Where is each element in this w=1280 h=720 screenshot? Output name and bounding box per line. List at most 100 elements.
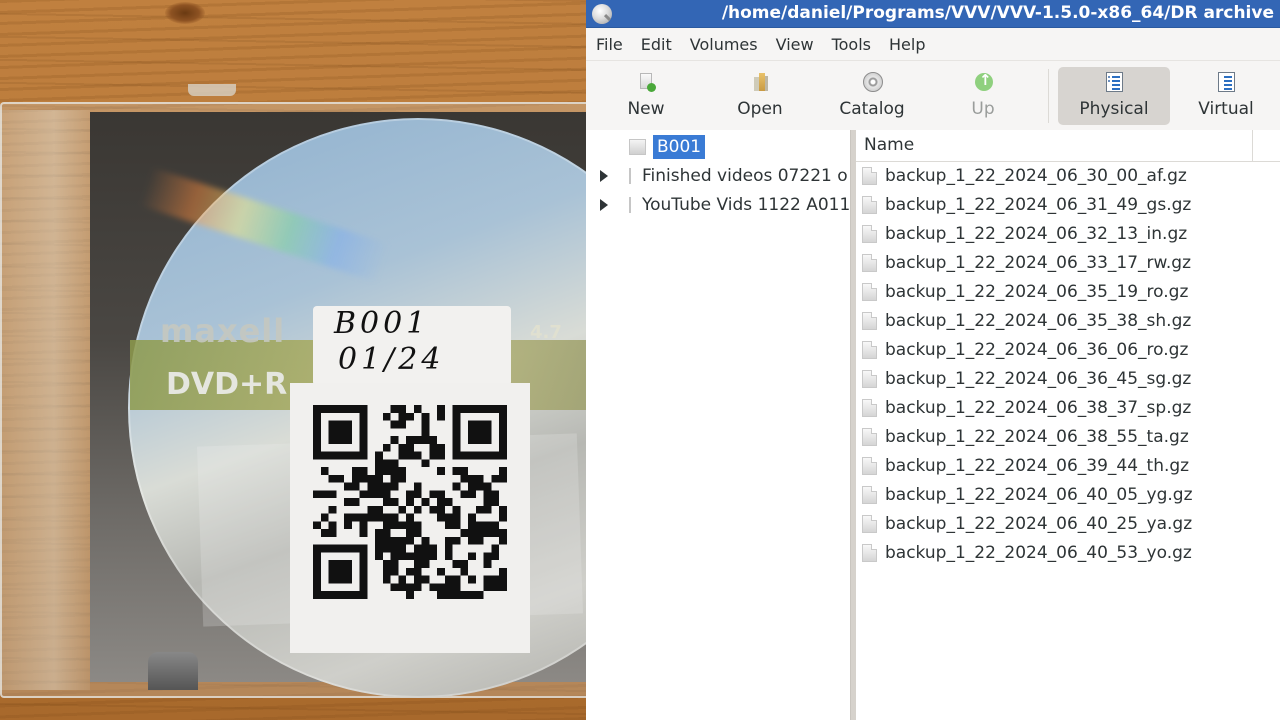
file-row[interactable]: backup_1_22_2024_06_38_37_sp.gz: [856, 393, 1280, 422]
tree-item-b001[interactable]: B001: [586, 132, 850, 161]
volume-icon: [629, 196, 631, 213]
toolbar: New Open Catalog Up Physical: [586, 60, 1280, 130]
open-label: Open: [737, 99, 783, 119]
disc-format: DVD+R: [166, 367, 288, 402]
file-row[interactable]: backup_1_22_2024_06_40_53_yo.gz: [856, 538, 1280, 567]
file-icon: [862, 427, 877, 446]
toolbar-separator: [1048, 69, 1049, 123]
menu-view[interactable]: View: [776, 35, 814, 54]
file-row[interactable]: backup_1_22_2024_06_40_05_yg.gz: [856, 480, 1280, 509]
physical-view-button[interactable]: Physical: [1058, 67, 1170, 125]
file-row[interactable]: backup_1_22_2024_06_33_17_rw.gz: [856, 248, 1280, 277]
physical-label: Physical: [1079, 99, 1149, 119]
qr-code: [313, 405, 507, 599]
list-view-icon: [1104, 71, 1124, 93]
menu-bar: File Edit Volumes View Tools Help: [586, 28, 1280, 60]
window-title: /home/daniel/Programs/VVV/VVV-1.5.0-x86_…: [721, 3, 1274, 23]
menu-file[interactable]: File: [596, 35, 623, 54]
file-icon: [862, 253, 877, 272]
file-row[interactable]: backup_1_22_2024_06_30_00_af.gz: [856, 161, 1280, 190]
list-header: Name: [856, 130, 1280, 162]
cd-icon: [862, 71, 883, 93]
file-name: backup_1_22_2024_06_36_06_ro.gz: [885, 339, 1189, 360]
file-name: backup_1_22_2024_06_40_53_yo.gz: [885, 542, 1192, 563]
tree-item-finished-videos[interactable]: Finished videos 07221 o: [586, 161, 850, 190]
menu-help[interactable]: Help: [889, 35, 925, 54]
file-icon: [862, 514, 877, 533]
tree-item-label: B001: [653, 134, 706, 159]
file-name: backup_1_22_2024_06_40_25_ya.gz: [885, 513, 1193, 534]
file-icon: [862, 456, 877, 475]
list-view-icon: [1216, 71, 1236, 93]
file-name: backup_1_22_2024_06_40_05_yg.gz: [885, 484, 1193, 505]
new-button[interactable]: New: [614, 67, 678, 125]
tree-item-label: YouTube Vids 1122 A011: [642, 194, 850, 215]
file-name: backup_1_22_2024_06_31_49_gs.gz: [885, 194, 1192, 215]
up-arrow-icon: [973, 71, 993, 93]
dvd-photo: maxell DVD+R 4.7 B001 01/24: [0, 0, 586, 720]
file-icon: [862, 166, 877, 185]
column-header-name[interactable]: Name: [864, 135, 914, 155]
expand-arrow-icon[interactable]: [600, 169, 608, 182]
up-label: Up: [971, 99, 995, 119]
tray-notch-top: [188, 84, 236, 96]
file-row[interactable]: backup_1_22_2024_06_40_25_ya.gz: [856, 509, 1280, 538]
volume-icon: [629, 138, 646, 155]
volume-tree[interactable]: B001 Finished videos 07221 o YouTube Vid…: [586, 130, 850, 720]
up-button[interactable]: Up: [958, 67, 1008, 125]
catalog-button[interactable]: Catalog: [832, 67, 912, 125]
file-icon: [862, 195, 877, 214]
file-list[interactable]: Name backup_1_22_2024_06_30_00_af.gzback…: [856, 130, 1280, 720]
file-icon: [862, 340, 877, 359]
open-books-icon: [750, 71, 770, 93]
app-icon[interactable]: [592, 4, 612, 24]
file-name: backup_1_22_2024_06_36_45_sg.gz: [885, 368, 1192, 389]
expand-arrow-icon[interactable]: [600, 198, 608, 211]
file-name: backup_1_22_2024_06_39_44_th.gz: [885, 455, 1190, 476]
tray-notch-bottom: [148, 652, 198, 690]
file-name: backup_1_22_2024_06_35_19_ro.gz: [885, 281, 1189, 302]
menu-volumes[interactable]: Volumes: [690, 35, 758, 54]
virtual-view-button[interactable]: Virtual: [1186, 67, 1266, 125]
file-row[interactable]: backup_1_22_2024_06_39_44_th.gz: [856, 451, 1280, 480]
vvv-window: /home/daniel/Programs/VVV/VVV-1.5.0-x86_…: [586, 0, 1280, 720]
file-icon: [862, 369, 877, 388]
file-row[interactable]: backup_1_22_2024_06_36_06_ro.gz: [856, 335, 1280, 364]
title-bar: /home/daniel/Programs/VVV/VVV-1.5.0-x86_…: [586, 0, 1280, 28]
file-name: backup_1_22_2024_06_33_17_rw.gz: [885, 252, 1191, 273]
file-icon: [862, 398, 877, 417]
file-name: backup_1_22_2024_06_32_13_in.gz: [885, 223, 1188, 244]
label-line-1: B001: [334, 306, 430, 341]
disc-brand: maxell: [160, 312, 286, 350]
menu-edit[interactable]: Edit: [641, 35, 672, 54]
expander-empty: [600, 141, 608, 153]
file-row[interactable]: backup_1_22_2024_06_38_55_ta.gz: [856, 422, 1280, 451]
column-separator[interactable]: [1252, 130, 1253, 162]
file-row[interactable]: backup_1_22_2024_06_35_38_sh.gz: [856, 306, 1280, 335]
label-line-2: 01/24: [338, 342, 445, 377]
new-label: New: [627, 99, 665, 119]
file-row[interactable]: backup_1_22_2024_06_31_49_gs.gz: [856, 190, 1280, 219]
file-name: backup_1_22_2024_06_35_38_sh.gz: [885, 310, 1192, 331]
file-row[interactable]: backup_1_22_2024_06_35_19_ro.gz: [856, 277, 1280, 306]
file-name: backup_1_22_2024_06_38_55_ta.gz: [885, 426, 1189, 447]
tree-item-youtube-vids[interactable]: YouTube Vids 1122 A011: [586, 190, 850, 219]
open-button[interactable]: Open: [728, 67, 792, 125]
file-name: backup_1_22_2024_06_38_37_sp.gz: [885, 397, 1192, 418]
tree-item-label: Finished videos 07221 o: [642, 165, 848, 186]
file-icon: [862, 311, 877, 330]
file-icon: [862, 485, 877, 504]
file-icon: [862, 224, 877, 243]
new-file-icon: [636, 71, 656, 93]
menu-tools[interactable]: Tools: [832, 35, 871, 54]
file-name: backup_1_22_2024_06_30_00_af.gz: [885, 165, 1187, 186]
volume-icon: [629, 167, 631, 184]
file-icon: [862, 543, 877, 562]
file-icon: [862, 282, 877, 301]
file-row[interactable]: backup_1_22_2024_06_36_45_sg.gz: [856, 364, 1280, 393]
file-row[interactable]: backup_1_22_2024_06_32_13_in.gz: [856, 219, 1280, 248]
virtual-label: Virtual: [1198, 99, 1254, 119]
catalog-label: Catalog: [839, 99, 905, 119]
wood-knot: [165, 2, 205, 24]
disc-capacity: 4.7: [530, 322, 562, 343]
